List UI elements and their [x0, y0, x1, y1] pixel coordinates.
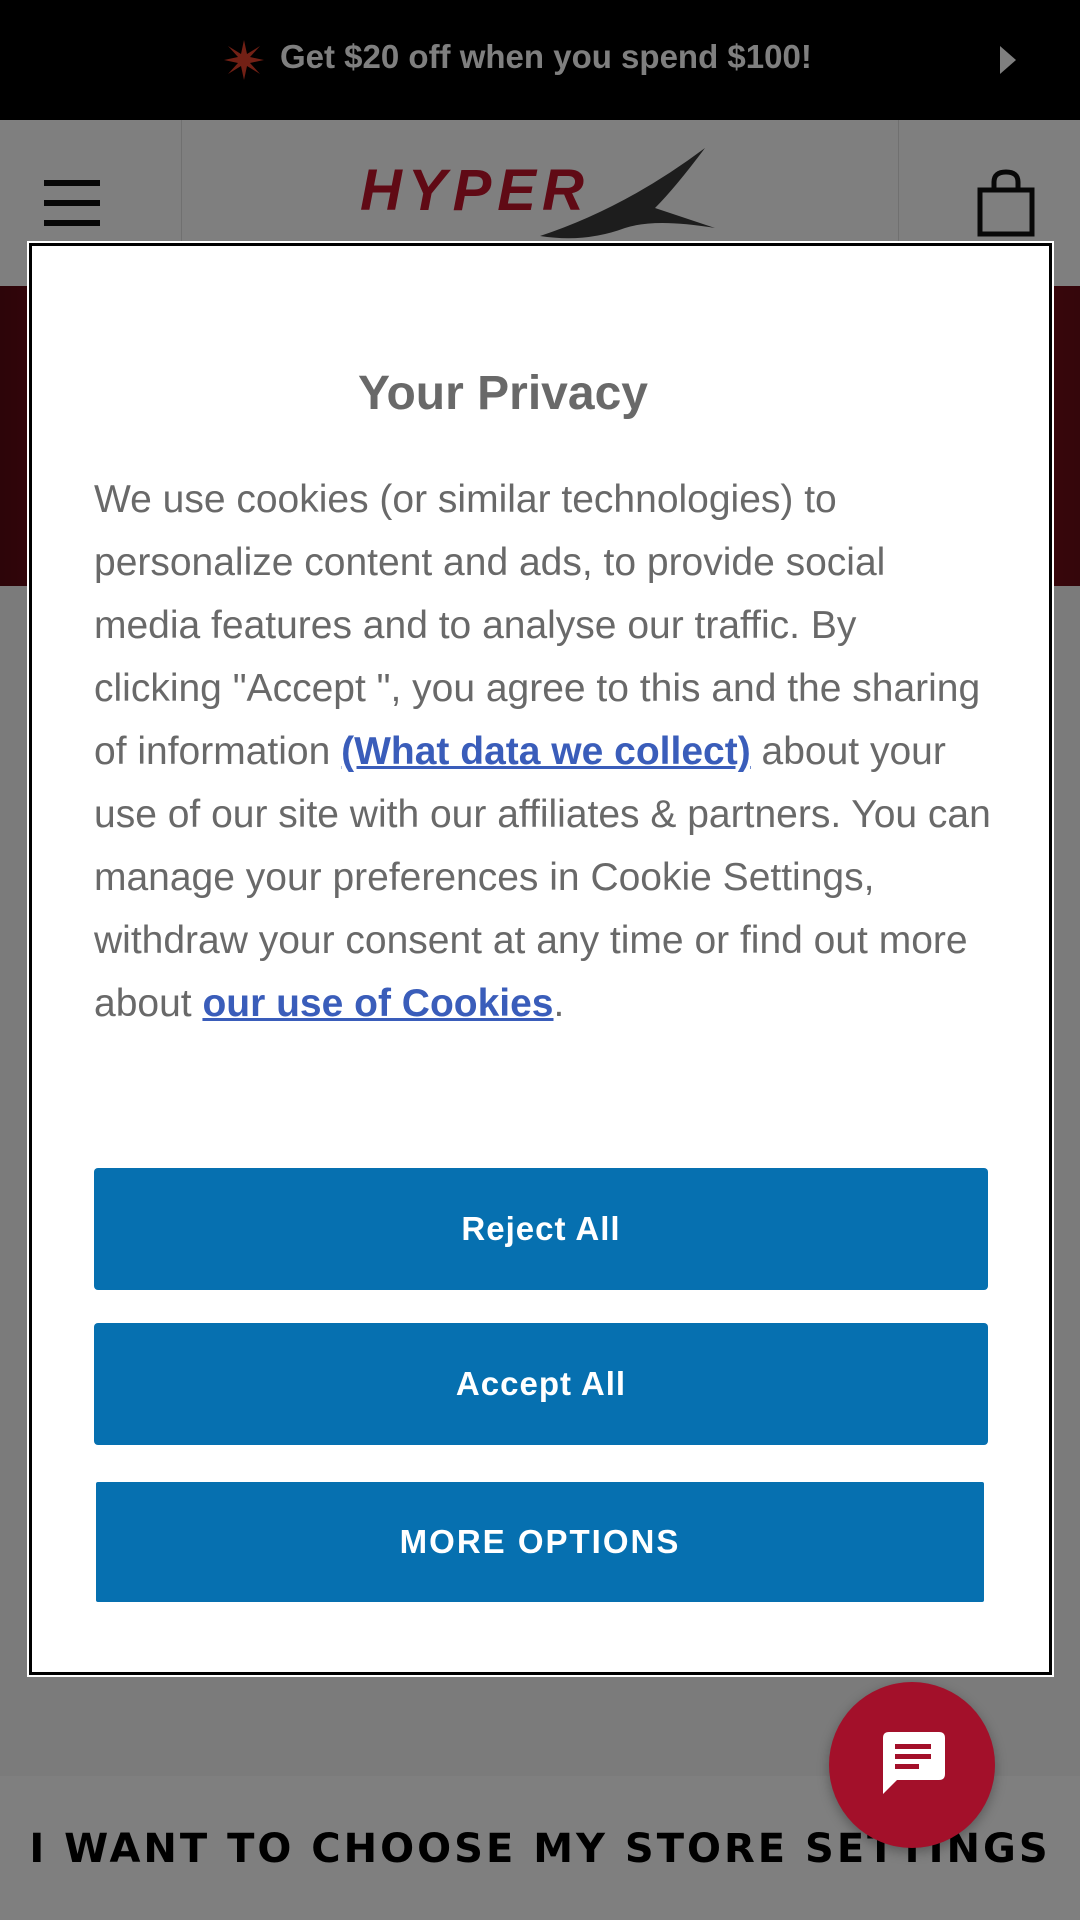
dialog-title: Your Privacy — [358, 367, 648, 420]
dialog-body: We use cookies (or similar technologies)… — [94, 468, 994, 1035]
body-text-end: . — [553, 982, 565, 1025]
privacy-dialog: Your Privacy We use cookies (or similar … — [29, 243, 1052, 1675]
body-text: We use cookies (or similar technologies)… — [94, 478, 981, 773]
chat-button[interactable] — [829, 1682, 995, 1848]
what-data-link[interactable]: (What data we collect) — [341, 730, 751, 773]
reject-all-button[interactable]: Reject All — [94, 1168, 988, 1290]
cookies-link[interactable]: our use of Cookies — [202, 982, 553, 1025]
body-text: about your use of our site with our affi… — [94, 730, 991, 1025]
more-options-button[interactable]: MORE OPTIONS — [96, 1482, 984, 1602]
accept-all-button[interactable]: Accept All — [94, 1323, 988, 1445]
chat-icon — [883, 1732, 945, 1794]
